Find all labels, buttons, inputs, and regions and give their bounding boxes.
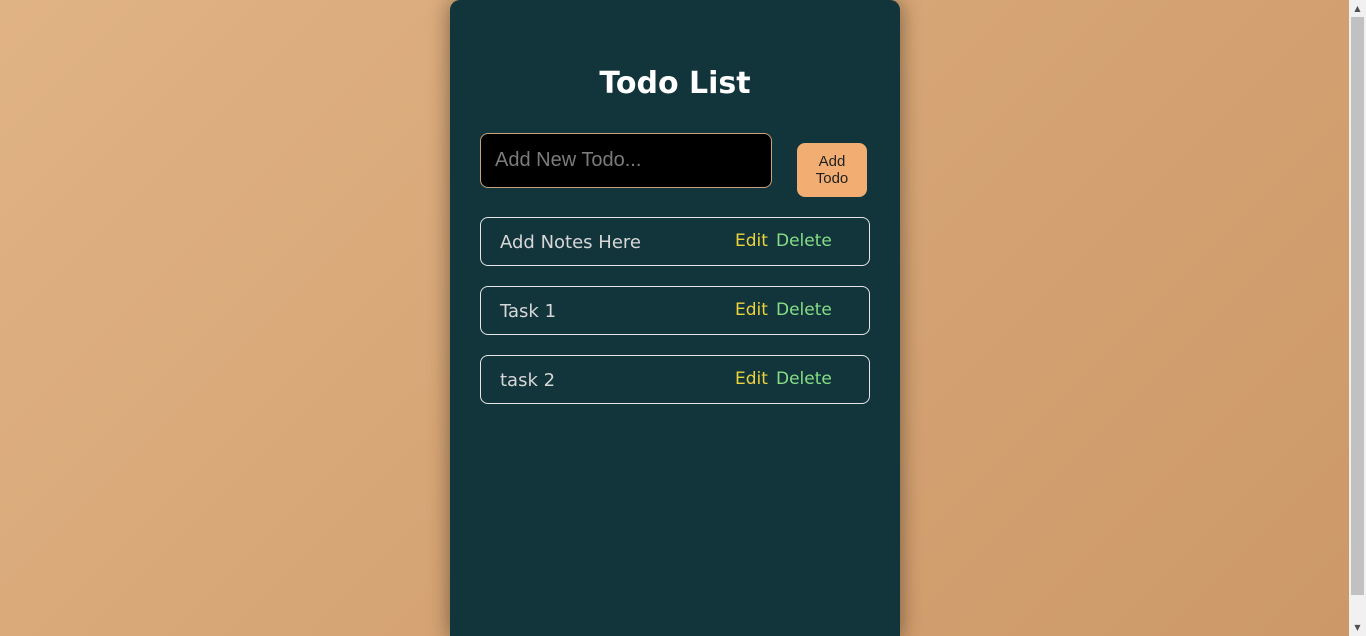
todo-text: Task 1	[500, 301, 557, 322]
delete-button[interactable]: Delete	[776, 230, 832, 252]
edit-button[interactable]: Edit	[735, 368, 768, 390]
todo-card: Todo List Add Todo Add Notes Here Edit D…	[450, 0, 900, 636]
todo-item: task 2 Edit Delete	[480, 355, 870, 404]
new-todo-input[interactable]	[480, 133, 772, 188]
edit-button[interactable]: Edit	[735, 299, 768, 321]
delete-button[interactable]: Delete	[776, 368, 832, 390]
todo-item: Task 1 Edit Delete	[480, 286, 870, 335]
vertical-scrollbar[interactable]: ▲ ▼	[1349, 0, 1366, 636]
todo-text: Add Notes Here	[500, 232, 641, 253]
todo-text: task 2	[500, 370, 556, 391]
scroll-thumb[interactable]	[1351, 17, 1364, 595]
scroll-up-arrow-icon[interactable]: ▲	[1349, 0, 1366, 17]
todo-item: Add Notes Here Edit Delete	[480, 217, 870, 266]
delete-button[interactable]: Delete	[776, 299, 832, 321]
page-title: Todo List	[599, 66, 751, 101]
edit-button[interactable]: Edit	[735, 230, 768, 252]
scroll-down-arrow-icon[interactable]: ▼	[1349, 619, 1366, 636]
add-todo-button[interactable]: Add Todo	[797, 143, 867, 197]
